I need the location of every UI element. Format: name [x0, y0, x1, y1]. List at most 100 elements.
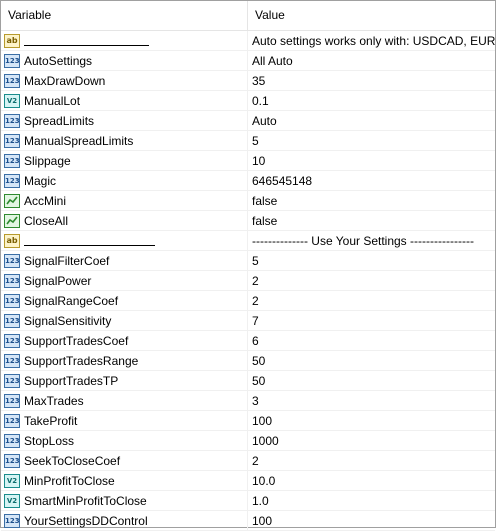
- variable-cell[interactable]: 123 SignalSensitivity: [1, 311, 248, 330]
- variable-cell[interactable]: 123 SupportTradesRange: [1, 351, 248, 370]
- table-row[interactable]: 123 SignalPower 2: [1, 271, 495, 291]
- value-column-header[interactable]: Value: [248, 1, 495, 30]
- variable-cell[interactable]: AccMini: [1, 191, 248, 210]
- table-row[interactable]: ab -------------- Use Your Settings -----…: [1, 231, 495, 251]
- table-row[interactable]: 123 AutoSettings All Auto: [1, 51, 495, 71]
- variable-cell[interactable]: 123 SignalPower: [1, 271, 248, 290]
- variable-cell[interactable]: 123 SignalRangeCoef: [1, 291, 248, 310]
- table-row[interactable]: 123 SeekToCloseCoef 2: [1, 451, 495, 471]
- value-cell[interactable]: 10.0: [248, 471, 495, 490]
- variable-cell[interactable]: 123 SeekToCloseCoef: [1, 451, 248, 470]
- variable-cell[interactable]: 123 YourSettingsDDControl: [1, 511, 248, 530]
- value-cell[interactable]: false: [248, 211, 495, 230]
- variable-name: Slippage: [24, 153, 71, 168]
- variable-cell[interactable]: ab: [1, 31, 248, 50]
- variable-cell[interactable]: V2 SmartMinProfitToClose: [1, 491, 248, 510]
- variable-cell[interactable]: 123 StopLoss: [1, 431, 248, 450]
- variable-name: SupportTradesRange: [24, 353, 139, 368]
- table-row[interactable]: V2 SmartMinProfitToClose 1.0: [1, 491, 495, 511]
- integer-type-icon: 123: [4, 373, 20, 388]
- table-row[interactable]: 123 SupportTradesCoef 6: [1, 331, 495, 351]
- table-row[interactable]: 123 Magic 646545148: [1, 171, 495, 191]
- variable-name: TakeProfit: [24, 413, 78, 428]
- variable-cell[interactable]: 123 SupportTradesTP: [1, 371, 248, 390]
- integer-type-icon: 123: [4, 393, 20, 408]
- table-row[interactable]: V2 ManualLot 0.1: [1, 91, 495, 111]
- variable-cell[interactable]: 123 ManualSpreadLimits: [1, 131, 248, 150]
- value-cell[interactable]: 100: [248, 511, 495, 530]
- integer-type-icon: 123: [4, 153, 20, 168]
- table-row[interactable]: 123 MaxDrawDown 35: [1, 71, 495, 91]
- variable-cell[interactable]: ab: [1, 231, 248, 250]
- integer-type-icon: 123: [4, 133, 20, 148]
- variable-cell[interactable]: 123 SignalFilterCoef: [1, 251, 248, 270]
- value-cell[interactable]: All Auto: [248, 51, 495, 70]
- value-cell[interactable]: 35: [248, 71, 495, 90]
- table-row[interactable]: 123 TakeProfit 100: [1, 411, 495, 431]
- table-row[interactable]: CloseAll false: [1, 211, 495, 231]
- variable-name: ManualLot: [24, 93, 81, 108]
- value-cell[interactable]: false: [248, 191, 495, 210]
- separator-underline: [24, 35, 149, 46]
- variable-cell[interactable]: 123 SpreadLimits: [1, 111, 248, 130]
- variable-cell[interactable]: V2 MinProfitToClose: [1, 471, 248, 490]
- integer-type-icon: 123: [4, 333, 20, 348]
- variable-cell[interactable]: 123 Slippage: [1, 151, 248, 170]
- variable-name: SignalRangeCoef: [24, 293, 119, 308]
- table-row[interactable]: 123 YourSettingsDDControl 100: [1, 511, 495, 531]
- value-cell[interactable]: 0.1: [248, 91, 495, 110]
- table-row[interactable]: 123 SignalFilterCoef 5: [1, 251, 495, 271]
- integer-type-icon: 123: [4, 433, 20, 448]
- value-cell[interactable]: 2: [248, 291, 495, 310]
- value-cell[interactable]: Auto settings works only with: USDCAD, E…: [248, 31, 495, 50]
- table-row[interactable]: V2 MinProfitToClose 10.0: [1, 471, 495, 491]
- variable-name: MaxDrawDown: [24, 73, 106, 88]
- double-type-icon: V2: [4, 473, 20, 488]
- table-row[interactable]: ab Auto settings works only with: USDCAD,…: [1, 31, 495, 51]
- table-row[interactable]: 123 MaxTrades 3: [1, 391, 495, 411]
- variable-cell[interactable]: 123 SupportTradesCoef: [1, 331, 248, 350]
- variable-name: AutoSettings: [24, 53, 93, 68]
- value-cell[interactable]: 3: [248, 391, 495, 410]
- double-type-icon: V2: [4, 493, 20, 508]
- table-row[interactable]: 123 SignalRangeCoef 2: [1, 291, 495, 311]
- variable-cell[interactable]: 123 MaxDrawDown: [1, 71, 248, 90]
- variable-cell[interactable]: V2 ManualLot: [1, 91, 248, 110]
- table-row[interactable]: 123 SignalSensitivity 7: [1, 311, 495, 331]
- variable-cell[interactable]: 123 AutoSettings: [1, 51, 248, 70]
- table-row[interactable]: 123 ManualSpreadLimits 5: [1, 131, 495, 151]
- variable-cell[interactable]: CloseAll: [1, 211, 248, 230]
- value-cell[interactable]: 10: [248, 151, 495, 170]
- integer-type-icon: 123: [4, 313, 20, 328]
- value-cell[interactable]: 2: [248, 271, 495, 290]
- value-cell[interactable]: 7: [248, 311, 495, 330]
- variable-cell[interactable]: 123 MaxTrades: [1, 391, 248, 410]
- value-cell[interactable]: 1000: [248, 431, 495, 450]
- variable-name: SupportTradesTP: [24, 373, 119, 388]
- variable-name: MinProfitToClose: [24, 473, 115, 488]
- variable-name: SpreadLimits: [24, 113, 95, 128]
- value-cell[interactable]: 6: [248, 331, 495, 350]
- value-cell[interactable]: 5: [248, 131, 495, 150]
- value-cell[interactable]: 2: [248, 451, 495, 470]
- table-row[interactable]: 123 Slippage 10: [1, 151, 495, 171]
- value-cell[interactable]: 100: [248, 411, 495, 430]
- inputs-grid: Variable Value ab Auto settings works onl…: [0, 0, 496, 531]
- variable-cell[interactable]: 123 TakeProfit: [1, 411, 248, 430]
- value-cell[interactable]: 50: [248, 351, 495, 370]
- variable-cell[interactable]: 123 Magic: [1, 171, 248, 190]
- variable-column-header[interactable]: Variable: [1, 1, 248, 30]
- table-row[interactable]: 123 SupportTradesRange 50: [1, 351, 495, 371]
- table-row[interactable]: 123 StopLoss 1000: [1, 431, 495, 451]
- value-cell[interactable]: 646545148: [248, 171, 495, 190]
- value-cell[interactable]: Auto: [248, 111, 495, 130]
- value-cell[interactable]: 5: [248, 251, 495, 270]
- variable-name: CloseAll: [24, 213, 69, 228]
- table-row[interactable]: 123 SpreadLimits Auto: [1, 111, 495, 131]
- value-cell[interactable]: 50: [248, 371, 495, 390]
- boolean-type-icon: [4, 193, 20, 208]
- value-cell[interactable]: 1.0: [248, 491, 495, 510]
- table-row[interactable]: 123 SupportTradesTP 50: [1, 371, 495, 391]
- table-row[interactable]: AccMini false: [1, 191, 495, 211]
- value-cell[interactable]: -------------- Use Your Settings -------…: [248, 231, 495, 250]
